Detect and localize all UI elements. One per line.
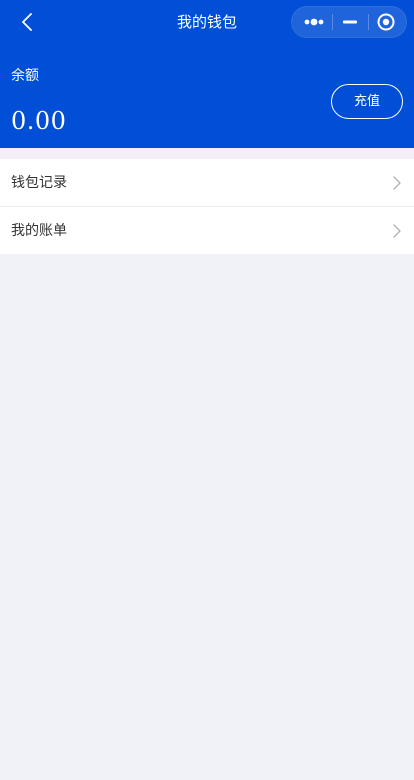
menu-item-label: 我的账单 [11,223,67,239]
balance-panel: 余额 0.00 充值 [0,44,414,148]
balance-label: 余额 [11,68,39,84]
menu-item-label: 钱包记录 [11,175,67,191]
mini-program-capsule [291,6,407,38]
close-target-icon [377,13,395,31]
close-button[interactable] [367,7,405,37]
minimize-icon [343,20,357,24]
menu-list: 钱包记录 我的账单 [0,159,414,254]
menu-item-wallet-records[interactable]: 钱包记录 [0,159,414,206]
minimize-button[interactable] [331,7,369,37]
chevron-right-icon [393,176,401,190]
chevron-right-icon [393,224,401,238]
more-dots-icon [304,18,324,26]
balance-amount: 0.00 [11,107,67,135]
section-divider [0,148,414,159]
nav-bar: 我的钱包 [0,0,414,44]
more-button[interactable] [295,7,333,37]
recharge-button[interactable]: 充值 [331,84,403,119]
menu-item-my-bills[interactable]: 我的账单 [0,206,414,254]
